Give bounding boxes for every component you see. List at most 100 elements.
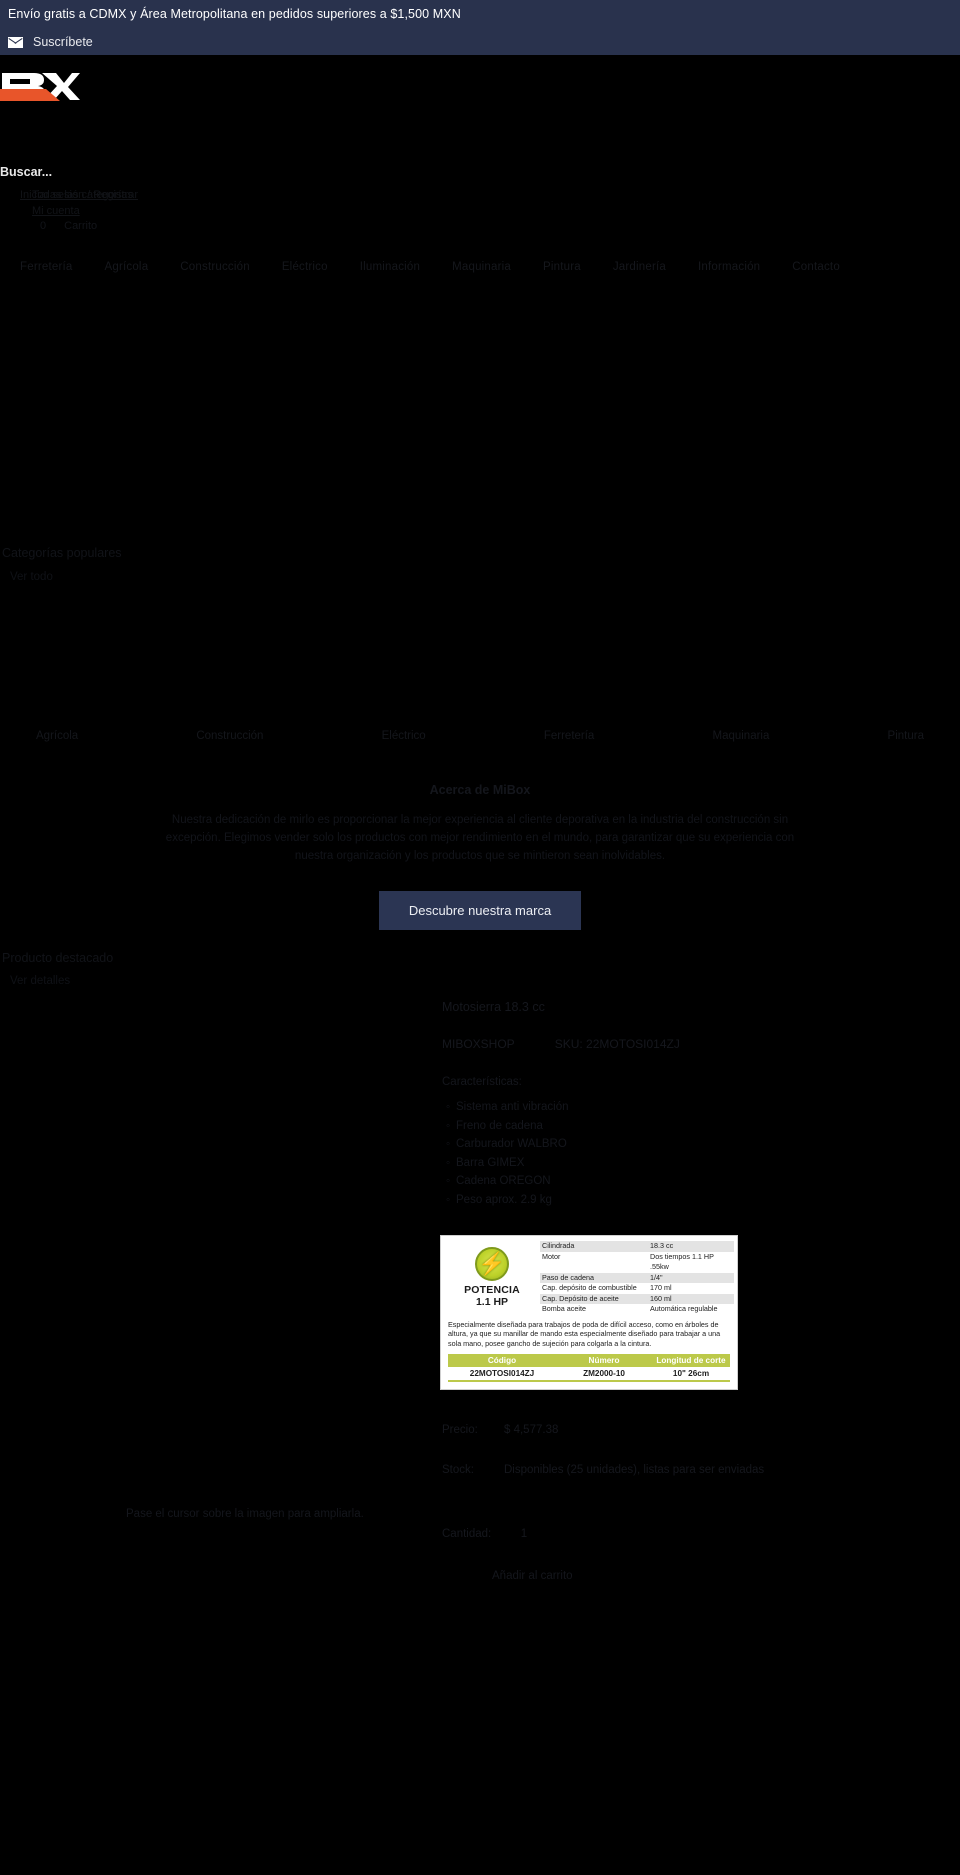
- spec-row: Bomba aceite Automática regulable: [540, 1304, 734, 1315]
- nav-item-construccion[interactable]: Construcción: [164, 258, 266, 276]
- spec-key: Cap. Depósito de aceite: [542, 1293, 619, 1303]
- image-zoom-hint: Pase el cursor sobre la imagen para ampl…: [126, 1508, 364, 1520]
- about-body: Nuestra dedicación de mirlo es proporcio…: [165, 814, 795, 862]
- announcement-bar: Envío gratis a CDMX y Área Metropolitana…: [0, 0, 960, 28]
- subscribe-bar[interactable]: Suscríbete: [0, 28, 960, 55]
- list-item: Sistema anti vibración: [446, 1098, 960, 1117]
- spec-power-value: 1.1 HP: [475, 1296, 509, 1309]
- spec-power-block: ⚡ POTENCIA 1.1 HP: [444, 1239, 540, 1315]
- price-value: $ 4,577.38: [504, 1424, 559, 1437]
- spec-row: Motor Dos tiempos 1.1 HP .55kw: [540, 1252, 734, 1273]
- spec-top: ⚡ POTENCIA 1.1 HP Cilindrada 18.3 cc Moto…: [444, 1239, 734, 1315]
- product-sku-label: SKU:: [554, 1037, 583, 1051]
- nav-item-iluminacion[interactable]: Iluminación: [344, 258, 436, 276]
- nav-item-jardineria[interactable]: Jardinería: [597, 258, 682, 276]
- product-info: Motosierra 18.3 cc MIBOXSHOP SKU: 22MOTO…: [440, 1000, 960, 1582]
- hero-banner: [0, 205, 960, 505]
- nav-item-agricola[interactable]: Agrícola: [89, 258, 165, 276]
- price-label: Precio:: [442, 1424, 478, 1437]
- spec-td-longitud: 10" 26cm: [672, 1369, 710, 1379]
- spec-key: Bomba aceite: [542, 1304, 586, 1313]
- category-tile-maquinaria[interactable]: Maquinaria: [712, 730, 769, 742]
- site-header: Buscar... Todas las categorías Iniciar s…: [0, 55, 960, 273]
- nav-item-maquinaria[interactable]: Maquinaria: [436, 258, 527, 276]
- logo-mark: [0, 73, 80, 101]
- nav-item-informacion[interactable]: Información: [682, 258, 776, 276]
- category-tiles: Agrícola Construcción Eléctrico Ferreter…: [0, 730, 960, 742]
- lightning-bolt-icon: ⚡: [475, 1247, 509, 1282]
- spec-th-codigo: Código: [487, 1356, 517, 1366]
- product-sku: SKU: 22MOTOSI014ZJ: [555, 1037, 680, 1051]
- list-item: Carburador WALBRO: [446, 1135, 960, 1154]
- about-title: Acerca de MiBox: [429, 783, 531, 797]
- list-item: Freno de cadena: [446, 1117, 960, 1136]
- featured-product-header: Producto destacado Ver detalles: [0, 951, 960, 987]
- table-row: 22MOTOSI014ZJ ZM2000-10 10" 26cm: [448, 1367, 730, 1383]
- spec-key: Motor: [542, 1251, 561, 1261]
- popular-categories-title: Categorías populares: [2, 546, 122, 560]
- spec-row: Paso de cadena 1/4": [540, 1272, 734, 1283]
- product-price-row: Precio: $ 4,577.38: [442, 1424, 960, 1436]
- quantity-label: Cantidad:: [442, 1528, 492, 1541]
- cart-button[interactable]: 0 Carrito: [40, 220, 97, 232]
- spec-power-label: POTENCIA: [464, 1284, 520, 1297]
- popular-see-all-link[interactable]: Ver todo: [0, 571, 960, 583]
- product-vendor: MIBOXSHOP: [442, 1037, 515, 1051]
- nav-item-contacto[interactable]: Contacto: [776, 258, 856, 276]
- product-spec-image: ⚡ POTENCIA 1.1 HP Cilindrada 18.3 cc Moto…: [440, 1235, 738, 1391]
- category-tile-pintura[interactable]: Pintura: [888, 730, 924, 742]
- nav-item-ferreteria[interactable]: Ferretería: [4, 258, 89, 276]
- spec-row: Cap. depósito de combustible 170 ml: [540, 1283, 734, 1294]
- spec-value: 1/4": [650, 1272, 663, 1282]
- spec-rows: Cilindrada 18.3 cc Motor Dos tiempos 1.1 H…: [540, 1239, 734, 1315]
- add-to-cart-button[interactable]: Añadir al carrito: [492, 1570, 960, 1582]
- nav-item-electrico[interactable]: Eléctrico: [266, 258, 344, 276]
- list-item: Barra GIMEX: [446, 1154, 960, 1173]
- list-item: Peso aprox. 2.9 kg: [446, 1191, 960, 1210]
- spec-row: Cap. Depósito de aceite 160 ml: [540, 1293, 734, 1304]
- cart-label: Carrito: [64, 220, 98, 232]
- product-sku-value: 22MOTOSI014ZJ: [586, 1037, 680, 1051]
- featured-details-link[interactable]: Ver detalles: [0, 975, 960, 987]
- list-item: Cadena OREGON: [446, 1172, 960, 1191]
- spec-td-codigo: 22MOTOSI014ZJ: [469, 1369, 535, 1379]
- spec-table-header: Código Número Longitud de corte: [448, 1354, 730, 1368]
- main-navigation: Ferretería Agrícola Construcción Eléctri…: [0, 258, 960, 276]
- category-tile-ferreteria[interactable]: Ferretería: [544, 730, 595, 742]
- product-title: Motosierra 18.3 cc: [442, 1000, 545, 1014]
- discover-brand-button[interactable]: Descubre nuestra marca: [378, 891, 582, 930]
- stock-value: Disponibles (25 unidades), listas para s…: [504, 1464, 765, 1477]
- my-account-link[interactable]: Mi cuenta: [32, 203, 80, 219]
- category-tile-agricola[interactable]: Agrícola: [36, 730, 78, 742]
- product-gallery[interactable]: [0, 1000, 440, 1582]
- quantity-stepper[interactable]: 1: [504, 1528, 544, 1540]
- category-tile-construccion[interactable]: Construcción: [196, 730, 263, 742]
- announcement-text: Envío gratis a CDMX y Área Metropolitana…: [8, 7, 461, 21]
- product-detail: Motosierra 18.3 cc MIBOXSHOP SKU: 22MOTO…: [0, 1000, 960, 1582]
- spec-td-numero: ZM2000-10: [583, 1369, 625, 1379]
- featured-title: Producto destacado: [2, 951, 114, 965]
- spec-value: 170 ml: [650, 1283, 672, 1292]
- site-logo[interactable]: [0, 67, 80, 103]
- spec-key: Paso de cadena: [542, 1272, 594, 1282]
- nav-item-pintura[interactable]: Pintura: [527, 258, 597, 276]
- spec-value: Dos tiempos 1.1 HP .55kw: [650, 1251, 714, 1272]
- cart-count: 0: [40, 220, 47, 232]
- popular-categories-section: Categorías populares Ver todo: [0, 546, 960, 583]
- about-section: Acerca de MiBox Nuestra dedicación de mi…: [0, 783, 960, 930]
- search-input[interactable]: Buscar...: [0, 165, 52, 179]
- spec-key: Cilindrada: [542, 1241, 575, 1250]
- stock-label: Stock:: [442, 1464, 474, 1477]
- subscribe-label[interactable]: Suscríbete: [33, 35, 93, 49]
- product-stock-row: Stock: Disponibles (25 unidades), listas…: [442, 1464, 960, 1476]
- spec-value: 160 ml: [650, 1293, 672, 1303]
- spec-value: Automática regulable: [650, 1304, 718, 1313]
- spec-th-numero: Número: [588, 1356, 620, 1366]
- spec-value: 18.3 cc: [650, 1241, 674, 1250]
- envelope-icon: [8, 36, 23, 48]
- product-quantity-row: Cantidad: 1: [442, 1528, 960, 1540]
- spec-description: Especialmente diseñada para trabajos de …: [448, 1319, 721, 1348]
- login-register-link[interactable]: Iniciar sesión / Registrar: [20, 187, 138, 203]
- category-tile-electrico[interactable]: Eléctrico: [382, 730, 426, 742]
- characteristics-title: Características:: [442, 1076, 522, 1088]
